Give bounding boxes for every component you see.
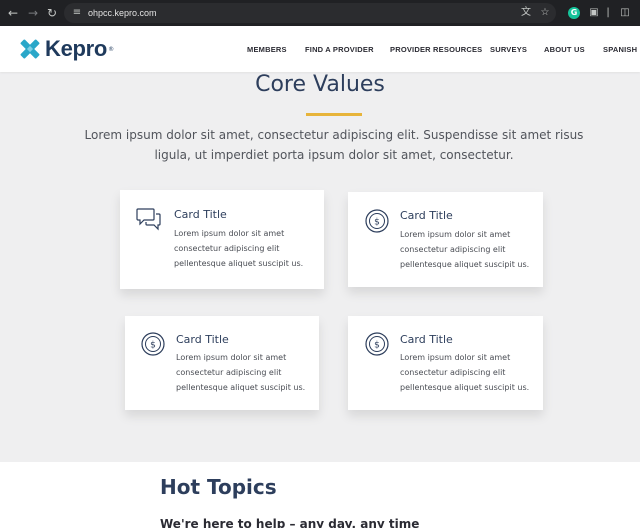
value-card: $ Card Title Lorem ipsum dolor sit amet … (125, 316, 319, 410)
arrow-left-icon[interactable]: ← (4, 4, 22, 22)
nav-surveys[interactable]: SURVEYS (490, 26, 527, 74)
card-text: Lorem ipsum dolor sit amet consectetur a… (174, 229, 304, 268)
value-card: $ Card Title Lorem ipsum dolor sit amet … (348, 316, 543, 410)
url-text[interactable]: ohpcc.kepro.com (88, 3, 157, 23)
nav-about-us[interactable]: ABOUT US (544, 26, 585, 74)
nav-provider-resources[interactable]: PROVIDER RESOURCES (390, 26, 482, 74)
chat-bubbles-icon (136, 208, 161, 231)
nav-find-a-provider[interactable]: FIND A PROVIDER (305, 26, 374, 74)
kepro-logo-mark-icon (20, 39, 40, 59)
bookmark-star-icon[interactable]: ☆ (538, 6, 552, 20)
logo-registered-mark: ® (108, 45, 115, 53)
card-title: Card Title (400, 333, 453, 346)
kepro-logo[interactable]: Kepro ® (18, 35, 114, 63)
title-underline (306, 113, 362, 116)
hot-topics-title: Hot Topics (160, 475, 277, 499)
site-header: Kepro ® MEMBERS FIND A PROVIDER PROVIDER … (0, 26, 640, 72)
reload-icon[interactable]: ↻ (43, 4, 61, 22)
svg-text:$: $ (374, 218, 380, 228)
svg-text:$: $ (374, 341, 380, 351)
card-title: Card Title (174, 208, 227, 221)
address-bar[interactable]: ≡ ohpcc.kepro.com 文 ☆ (64, 3, 556, 23)
value-card: Card Title Lorem ipsum dolor sit amet co… (120, 190, 324, 289)
translate-icon[interactable]: 文 (519, 6, 533, 20)
svg-text:$: $ (150, 341, 156, 351)
card-text: Lorem ipsum dolor sit amet consectetur a… (176, 353, 306, 392)
browser-toolbar: ← → ↻ ≡ ohpcc.kepro.com 文 ☆ G ▣ | ◫ (0, 0, 640, 26)
core-values-title: Core Values (255, 72, 385, 97)
side-panel-icon[interactable]: ◫ (617, 5, 633, 21)
card-title: Card Title (400, 209, 453, 222)
nav-spanish[interactable]: SPANISH (603, 26, 637, 74)
grammarly-extension-icon[interactable]: G (568, 7, 580, 19)
arrow-right-icon[interactable]: → (24, 4, 42, 22)
dollar-coin-icon: $ (365, 209, 389, 233)
card-title: Card Title (176, 333, 229, 346)
card-text: Lorem ipsum dolor sit amet consectetur a… (400, 353, 530, 392)
core-values-intro: Lorem ipsum dolor sit amet, consectetur … (84, 128, 584, 162)
hot-topics-subtitle: We're here to help – any day, any time (160, 517, 420, 528)
extensions-puzzle-icon[interactable]: ▣ (586, 5, 602, 21)
site-settings-icon[interactable]: ≡ (70, 6, 84, 20)
toolbar-divider: | (606, 7, 610, 18)
dollar-coin-icon: $ (365, 332, 389, 356)
nav-members[interactable]: MEMBERS (247, 26, 287, 74)
dollar-coin-icon: $ (141, 332, 165, 356)
card-text: Lorem ipsum dolor sit amet consectetur a… (400, 230, 530, 269)
value-card: $ Card Title Lorem ipsum dolor sit amet … (348, 192, 543, 287)
logo-wordmark: Kepro (45, 36, 108, 61)
